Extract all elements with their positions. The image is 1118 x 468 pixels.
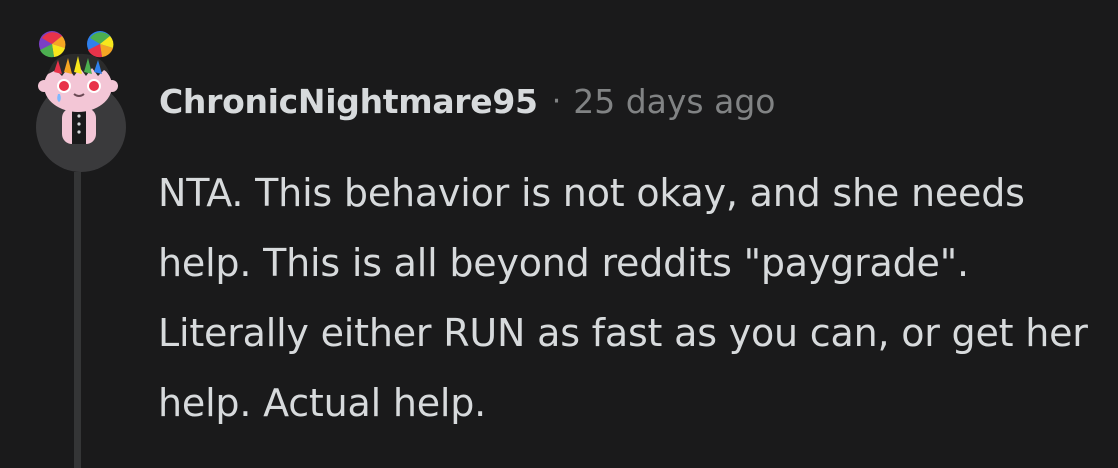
comment-timestamp[interactable]: 25 days ago [573,82,775,121]
separator-dot: · [551,83,562,119]
thread-collapse-line[interactable] [74,172,81,468]
snoo-avatar-icon [38,31,118,144]
comment: ChronicNightmare95 · 25 days ago NTA. Th… [0,0,1118,468]
username-link[interactable]: ChronicNightmare95 [159,82,538,121]
comment-body-text: NTA. This behavior is not okay, and she … [158,171,1088,425]
user-avatar[interactable] [34,28,130,172]
comment-meta: ChronicNightmare95 · 25 days ago [159,78,775,124]
comment-body: NTA. This behavior is not okay, and she … [158,158,1103,438]
